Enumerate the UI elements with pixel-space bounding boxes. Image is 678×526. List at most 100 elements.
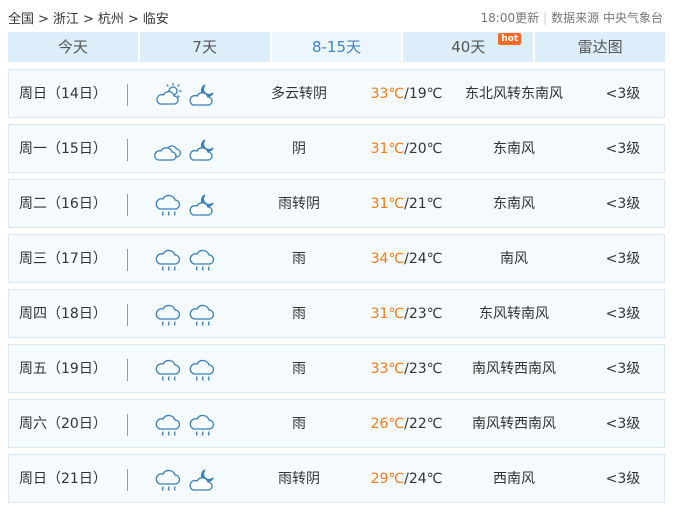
- temperature: 31℃/21℃: [354, 180, 459, 229]
- rain-icon: [188, 301, 218, 329]
- cloudy-night-icon: [188, 137, 218, 163]
- wind-level: <3级: [605, 416, 641, 432]
- temperature: 33℃/23℃: [354, 345, 459, 394]
- rain-icon: [154, 356, 184, 384]
- tab-label: 今天: [57, 38, 88, 56]
- meta-divider: |: [543, 11, 548, 25]
- weather-icons: [154, 235, 224, 284]
- rain-icon: [188, 356, 218, 384]
- high-temp: 26℃: [370, 416, 405, 432]
- low-temp: /23℃: [404, 361, 443, 377]
- rain-icon: [154, 246, 184, 274]
- top-bar: 全国 > 浙江 > 杭州 > 临安 18:00更新 | 数据来源 中央气象台: [0, 0, 678, 32]
- day-label: 周四（18日）: [19, 306, 107, 322]
- breadcrumb-separator: >: [38, 12, 49, 27]
- high-temp: 33℃: [370, 86, 405, 102]
- temperature: 29℃/24℃: [354, 455, 459, 504]
- tab-label: 40天: [451, 38, 486, 56]
- wind-level: <3级: [605, 471, 641, 487]
- high-temp: 29℃: [370, 471, 405, 487]
- low-temp: /21℃: [404, 196, 443, 212]
- wind-level: <3级: [605, 196, 641, 212]
- day-label: 周二（16日）: [19, 196, 107, 212]
- tab-7-days[interactable]: 7天: [139, 32, 270, 62]
- day-label: 周五（19日）: [19, 361, 107, 377]
- tab-label: 8-15天: [311, 38, 362, 56]
- weather-text: 雨: [292, 361, 306, 377]
- row-divider: [127, 249, 128, 271]
- wind-direction: 南风: [500, 251, 528, 267]
- weather-text: 多云转阴: [271, 86, 327, 102]
- high-temp: 31℃: [370, 306, 405, 322]
- wind-direction: 东风转南风: [479, 306, 549, 322]
- tab-label: 雷达图: [577, 38, 623, 56]
- temperature: 31℃/23℃: [354, 290, 459, 339]
- weather-text: 雨: [292, 306, 306, 322]
- rain-icon: [188, 246, 218, 274]
- forecast-tabs: 今天 7天 8-15天 40天 hot 雷达图: [8, 32, 665, 64]
- breadcrumb-item-city[interactable]: 杭州: [98, 8, 124, 27]
- weather-text: 阴: [292, 141, 306, 157]
- forecast-row: 周六（20日） 雨 26℃/22℃ 南风转西南风 <3级: [8, 399, 665, 448]
- day-label: 周日（14日）: [19, 86, 107, 102]
- breadcrumb-separator: >: [127, 12, 139, 27]
- low-temp: /22℃: [404, 416, 443, 432]
- cloudy-night-icon: [188, 192, 218, 218]
- breadcrumb-item-country[interactable]: 全国: [8, 8, 34, 27]
- forecast-row: 周四（18日） 雨 31℃/23℃ 东风转南风 <3级: [8, 289, 665, 338]
- weather-icons: [154, 290, 224, 339]
- row-divider: [127, 359, 128, 381]
- forecast-row: 周日（21日） 雨转阴 29℃/24℃ 西南风 <3级: [8, 454, 665, 503]
- wind-level: <3级: [605, 361, 641, 377]
- low-temp: /23℃: [404, 306, 443, 322]
- weather-icons: [154, 400, 224, 449]
- breadcrumb-item-province[interactable]: 浙江: [53, 8, 79, 27]
- forecast-row: 周日（14日） 多云转阴 33℃/19℃ 东北风转东南风 <3级: [8, 69, 665, 118]
- hot-badge: hot: [498, 33, 522, 45]
- temperature: 33℃/19℃: [354, 70, 459, 119]
- row-divider: [127, 139, 128, 161]
- tab-label: 7天: [192, 38, 217, 56]
- rain-icon: [154, 191, 184, 219]
- tab-today[interactable]: 今天: [8, 32, 138, 62]
- high-temp: 34℃: [370, 251, 405, 267]
- wind-level: <3级: [605, 141, 641, 157]
- temperature: 34℃/24℃: [354, 235, 459, 284]
- high-temp: 31℃: [370, 196, 405, 212]
- rain-icon: [188, 411, 218, 439]
- rain-icon: [154, 466, 184, 494]
- high-temp: 33℃: [370, 361, 405, 377]
- wind-direction: 东南风: [493, 196, 535, 212]
- tab-radar[interactable]: 雷达图: [535, 32, 665, 62]
- forecast-row: 周五（19日） 雨 33℃/23℃ 南风转西南风 <3级: [8, 344, 665, 393]
- row-divider: [127, 414, 128, 436]
- low-temp: /24℃: [404, 471, 443, 487]
- update-time: 18:00更新: [480, 11, 540, 25]
- breadcrumb: 全国 > 浙江 > 杭州 > 临安: [8, 8, 169, 27]
- partly-cloudy-day-icon: [154, 82, 184, 108]
- weather-icons: [154, 180, 224, 229]
- row-divider: [127, 469, 128, 491]
- weather-text: 雨转阴: [278, 196, 320, 212]
- tab-40-days[interactable]: 40天 hot: [403, 32, 534, 62]
- wind-direction: 南风转西南风: [472, 416, 556, 432]
- row-divider: [127, 84, 128, 106]
- wind-level: <3级: [605, 86, 641, 102]
- cloudy-night-icon: [188, 467, 218, 493]
- day-label: 周日（21日）: [19, 471, 107, 487]
- weather-text: 雨: [292, 251, 306, 267]
- breadcrumb-item-district: 临安: [142, 12, 169, 27]
- row-divider: [127, 194, 128, 216]
- wind-direction: 东南风: [493, 141, 535, 157]
- wind-level: <3级: [605, 251, 641, 267]
- overcast-icon: [154, 137, 184, 163]
- cloudy-night-icon: [188, 82, 218, 108]
- rain-icon: [154, 301, 184, 329]
- forecast-list: 周日（14日） 多云转阴 33℃/19℃ 东北风转东南风 <3级 周一（15日）阴 31℃/…: [8, 69, 665, 509]
- weather-text: 雨: [292, 416, 306, 432]
- forecast-row: 周三（17日） 雨 34℃/24℃ 南风 <3级: [8, 234, 665, 283]
- day-label: 周一（15日）: [19, 141, 107, 157]
- tab-8-15-days[interactable]: 8-15天: [271, 32, 402, 64]
- forecast-row: 周一（15日） 阴 31℃/20℃ 东南风 <3级: [8, 124, 665, 173]
- forecast-row: 周二（16日） 雨转阴 31℃/21℃ 东南风 <3级: [8, 179, 665, 228]
